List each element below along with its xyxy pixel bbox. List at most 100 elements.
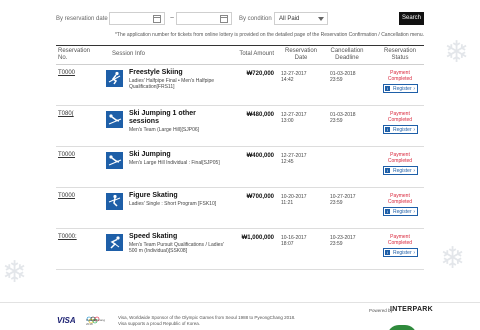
header-session-info: Session Info <box>112 51 146 57</box>
register-button[interactable]: i Register › <box>383 166 418 175</box>
date-range-separator: ~ <box>170 15 175 22</box>
reservation-number-link[interactable]: T080( <box>58 111 74 117</box>
condition-select[interactable]: All Paid <box>274 12 328 25</box>
register-label: Register <box>393 209 412 215</box>
status-line-2: Completed <box>387 199 413 205</box>
info-icon: i <box>385 127 390 132</box>
table-row: T0000 Freestyle Skiing Ladies' Halfpipe … <box>56 65 424 106</box>
status-line-2: Completed <box>387 76 413 82</box>
total-amount: ₩720,000 <box>246 71 274 77</box>
sponsor-line-2: Visa supports a proud Republic of Korea. <box>118 321 200 326</box>
reservation-date-time: 18:07 <box>281 241 294 247</box>
register-button[interactable]: i Register › <box>383 248 418 257</box>
interpark-logo[interactable]: INTERPARK <box>390 306 433 313</box>
reservation-number-link[interactable]: T0000 <box>58 193 75 199</box>
ski-jumping-icon <box>106 111 123 128</box>
cancellation-deadline-time: 23:59 <box>330 77 343 83</box>
session-detail: Ladies' Halfpipe Final • Men's Halfpipe … <box>129 78 215 90</box>
date-to-input[interactable] <box>176 12 232 25</box>
footer: VISA PyeongChang 2018 Visa, Worldwide Sp… <box>0 302 480 330</box>
register-label: Register <box>393 250 412 256</box>
calendar-icon[interactable] <box>220 15 228 23</box>
chevron-right-icon: › <box>413 127 415 133</box>
status-badge: Payment Completed <box>378 152 422 164</box>
reservation-date: 10-16-2017 18:07 <box>281 235 321 247</box>
session-title: Speed Skating <box>129 233 178 240</box>
condition-selected-value: All Paid <box>279 16 300 22</box>
snowflake-icon: ❄ <box>444 36 470 69</box>
status-badge: Payment Completed <box>378 234 422 246</box>
snowflake-icon: ❄ <box>440 242 466 275</box>
header-total-amount: Total Amount <box>239 51 274 57</box>
chevron-down-icon <box>318 17 324 21</box>
cancellation-deadline-time: 23:59 <box>330 118 343 124</box>
status-badge: Payment Completed <box>378 111 422 123</box>
table-row: T0000 Ski Jumping Men's Large Hill Indiv… <box>56 147 424 188</box>
date-from-input[interactable] <box>109 12 165 25</box>
session-detail: Men's Large Hill Individual : Final[SJP0… <box>129 160 220 166</box>
total-amount: ₩700,000 <box>246 194 274 200</box>
calendar-icon[interactable] <box>153 15 161 23</box>
chevron-right-icon: › <box>413 250 415 256</box>
freestyle-skiing-icon <box>106 70 123 87</box>
header-cancellation-deadline: Cancellation Deadline <box>330 48 364 61</box>
chevron-right-icon: › <box>413 168 415 174</box>
cancellation-deadline: 01-03-2018 23:59 <box>330 112 370 124</box>
application-number-notice: *The application number for tickets from… <box>114 32 424 38</box>
register-button[interactable]: i Register › <box>383 84 418 93</box>
info-icon: i <box>385 86 390 91</box>
status-line-2: Completed <box>387 240 413 246</box>
sponsor-text: Visa, Worldwide Sponsor of the Olympic G… <box>118 315 378 327</box>
register-button[interactable]: i Register › <box>383 125 418 134</box>
header-reservation-status: Reservation Status <box>383 48 416 61</box>
figure-skating-icon <box>106 193 123 210</box>
reservation-date: 12-27-2017 14:42 <box>281 71 321 83</box>
chevron-right-icon: › <box>413 86 415 92</box>
cancellation-deadline: 10-23-2017 23:59 <box>330 235 370 247</box>
cancellation-deadline: 10-27-2017 23:59 <box>330 194 370 206</box>
total-amount: ₩400,000 <box>246 153 274 159</box>
condition-filter-label: By condition <box>239 16 272 22</box>
reservation-table: Reservation No. Session Info Total Amoun… <box>56 45 424 270</box>
visa-logo: VISA <box>57 316 76 325</box>
search-button[interactable]: Search <box>399 12 424 25</box>
status-badge: Payment Completed <box>378 193 422 205</box>
reservation-date-time: 13:00 <box>281 118 294 124</box>
session-title: Ski Jumping <box>129 151 171 158</box>
total-amount: ₩1,000,000 <box>241 235 274 241</box>
header-reservation-date: Reservation Date <box>284 48 317 61</box>
reservation-number-link[interactable]: T0000 <box>58 70 75 76</box>
table-row: T0000: Speed Skating Men's Team Pursuit … <box>56 229 424 270</box>
chevron-right-icon: › <box>413 209 415 215</box>
date-filter-label: By reservation date <box>56 16 108 22</box>
status-badge: Payment Completed <box>378 70 422 82</box>
reservation-date-time: 11:21 <box>281 200 294 206</box>
session-title: Figure Skating <box>129 192 178 199</box>
green-badge <box>387 325 417 330</box>
total-amount: ₩480,000 <box>246 112 274 118</box>
search-filter-bar: By reservation date ~ By condition All P… <box>56 12 424 28</box>
info-icon: i <box>385 168 390 173</box>
reservation-date: 12-27-2017 13:00 <box>281 112 321 124</box>
reservation-date-time: 12:45 <box>281 159 294 165</box>
olympic-caption: PyeongChang 2018 <box>86 318 106 326</box>
snowflake-icon: ❄ <box>2 256 28 289</box>
register-label: Register <box>393 168 412 174</box>
register-label: Register <box>393 127 412 133</box>
info-icon: i <box>385 209 390 214</box>
reservation-number-link[interactable]: T0000: <box>58 234 77 240</box>
register-button[interactable]: i Register › <box>383 207 418 216</box>
status-line-2: Completed <box>387 158 413 164</box>
reservation-date: 12-27-2017 12:45 <box>281 153 321 165</box>
cancellation-deadline-time: 23:59 <box>330 241 343 247</box>
cancellation-deadline: 01-03-2018 23:59 <box>330 71 370 83</box>
session-title: Freestyle Skiing <box>129 69 183 76</box>
reservation-date: 10-20-2017 11:21 <box>281 194 321 206</box>
cancellation-deadline-time: 23:59 <box>330 200 343 206</box>
table-row: T080( Ski Jumping 1 other sessions Men's… <box>56 106 424 147</box>
ski-jumping-icon <box>106 152 123 169</box>
session-detail: Ladies' Single : Short Program [FSK10] <box>129 201 217 207</box>
session-detail: Men's Team Pursuit Qualifications / Ladi… <box>129 242 224 254</box>
reservation-number-link[interactable]: T0000 <box>58 152 75 158</box>
header-reservation-no: Reservation No. <box>58 48 91 61</box>
